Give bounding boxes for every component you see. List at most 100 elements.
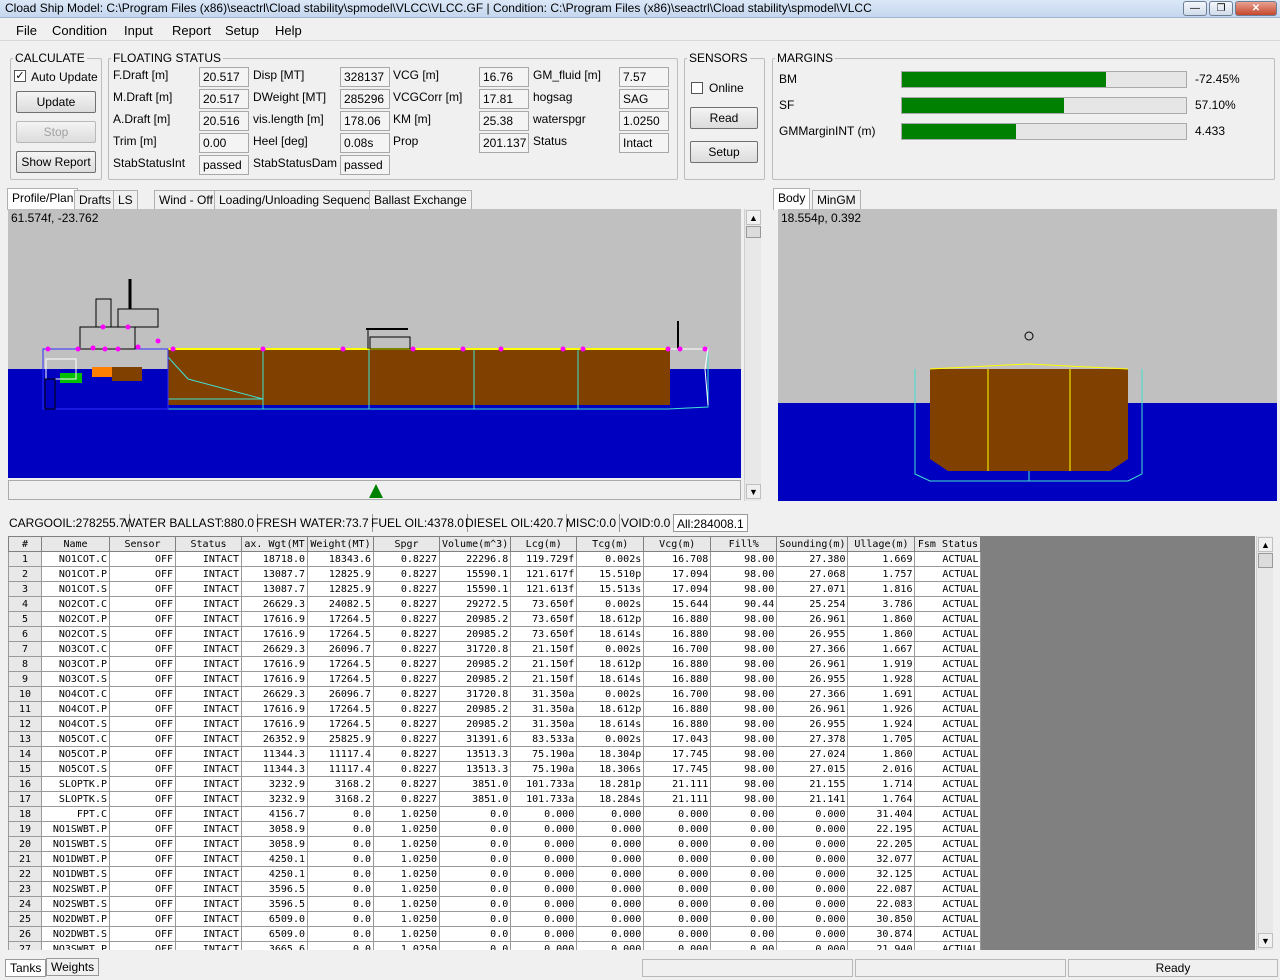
table-cell[interactable]: 20985.2 [438, 626, 512, 642]
table-cell[interactable]: 73.650f [510, 626, 578, 642]
update-button[interactable]: Update [16, 91, 96, 113]
table-cell[interactable]: 1.860 [847, 746, 916, 762]
table-cell[interactable]: 15.513s [576, 581, 645, 597]
table-row[interactable]: 21 NO1DWBT.P OFF INTACT 4250.1 0.0 1.0250 0.0 0.… [8, 851, 982, 867]
table-cell[interactable]: 0.00 [710, 851, 778, 867]
table-cell[interactable]: INTACT [175, 701, 242, 717]
menu-report[interactable]: Report [172, 23, 211, 38]
table-cell[interactable]: 18.284s [576, 791, 645, 807]
table-cell[interactable]: 26352.9 [241, 731, 308, 747]
online-checkbox[interactable] [691, 82, 703, 94]
table-cell[interactable]: 121.613f [510, 581, 578, 597]
table-cell[interactable]: NO2DWBT.S [41, 926, 110, 942]
table-cell[interactable]: OFF [109, 641, 176, 657]
setup-button[interactable]: Setup [690, 141, 758, 163]
table-cell[interactable]: 18718.0 [241, 551, 308, 567]
table-cell[interactable]: 1.0250 [373, 836, 440, 852]
table-row[interactable]: 20 NO1SWBT.S OFF INTACT 3058.9 0.0 1.0250 0.0 0.… [8, 836, 982, 852]
table-cell[interactable]: 16.880 [643, 656, 712, 672]
table-cell[interactable]: 0.8227 [373, 791, 440, 807]
table-cell[interactable]: 1.667 [847, 641, 916, 657]
column-header[interactable]: Vcg(m) [643, 536, 712, 552]
table-cell[interactable]: OFF [109, 821, 176, 837]
row-number[interactable]: 13 [8, 731, 42, 747]
table-cell[interactable]: 98.00 [710, 611, 778, 627]
table-cell[interactable]: 13513.3 [438, 761, 512, 777]
table-cell[interactable]: 0.000 [576, 821, 645, 837]
table-cell[interactable]: 3596.5 [241, 896, 308, 912]
table-cell[interactable]: 0.000 [510, 851, 578, 867]
table-cell[interactable]: 0.000 [643, 851, 712, 867]
body-view[interactable]: 18.554p, 0.392 [778, 209, 1277, 501]
table-cell[interactable]: 15590.1 [438, 581, 512, 597]
table-cell[interactable]: NO3COT.C [41, 641, 110, 657]
table-cell[interactable]: 0.0 [438, 926, 512, 942]
table-cell[interactable]: ACTUAL [914, 806, 982, 822]
table-row[interactable]: 17 SLOPTK.S OFF INTACT 3232.9 3168.2 0.8227 385… [8, 791, 982, 807]
table-cell[interactable]: 0.000 [576, 866, 645, 882]
column-header[interactable]: Lcg(m) [510, 536, 578, 552]
row-number[interactable]: 8 [8, 656, 42, 672]
tab-loading-sequence[interactable]: Loading/Unloading Sequence [214, 190, 382, 210]
table-cell[interactable]: 0.8227 [373, 656, 440, 672]
table-cell[interactable]: OFF [109, 686, 176, 702]
table-cell[interactable]: 0.000 [576, 851, 645, 867]
table-cell[interactable]: NO2SWBT.S [41, 896, 110, 912]
row-number[interactable]: 17 [8, 791, 42, 807]
row-number[interactable]: 3 [8, 581, 42, 597]
tab-body[interactable]: Body [773, 188, 811, 210]
table-cell[interactable]: 17264.5 [307, 656, 374, 672]
table-cell[interactable]: 1.0250 [373, 911, 440, 927]
table-cell[interactable]: ACTUAL [914, 656, 982, 672]
table-cell[interactable]: 27.024 [776, 746, 849, 762]
table-row[interactable]: 10 NO4COT.C OFF INTACT 26629.3 26096.7 0.8227 3… [8, 686, 982, 702]
table-cell[interactable]: OFF [109, 716, 176, 732]
table-cell[interactable]: 26629.3 [241, 596, 308, 612]
table-cell[interactable]: OFF [109, 626, 176, 642]
table-cell[interactable]: ACTUAL [914, 746, 982, 762]
table-scroll-up-icon[interactable]: ▲ [1258, 537, 1273, 552]
table-cell[interactable]: 20985.2 [438, 656, 512, 672]
table-cell[interactable]: 21.150f [510, 641, 578, 657]
table-cell[interactable]: 1.0250 [373, 851, 440, 867]
table-cell[interactable]: 0.8227 [373, 776, 440, 792]
table-cell[interactable]: OFF [109, 896, 176, 912]
table-cell[interactable]: 0.00 [710, 896, 778, 912]
column-header[interactable]: Status [175, 536, 242, 552]
table-cell[interactable]: 0.0 [307, 881, 374, 897]
column-header[interactable]: # [8, 536, 42, 552]
table-cell[interactable]: 0.000 [776, 911, 849, 927]
table-cell[interactable]: 15.510p [576, 566, 645, 582]
table-row[interactable]: 15 NO5COT.S OFF INTACT 11344.3 11117.4 0.8227 1… [8, 761, 982, 777]
table-cell[interactable]: 0.8227 [373, 611, 440, 627]
table-cell[interactable]: INTACT [175, 836, 242, 852]
table-cell[interactable]: 18.614s [576, 716, 645, 732]
table-cell[interactable]: 16.880 [643, 611, 712, 627]
table-cell[interactable]: 18343.6 [307, 551, 374, 567]
table-cell[interactable]: 0.000 [776, 881, 849, 897]
table-cell[interactable]: NO5COT.C [41, 731, 110, 747]
table-cell[interactable]: 0.000 [776, 836, 849, 852]
table-cell[interactable]: 0.00 [710, 926, 778, 942]
table-cell[interactable]: OFF [109, 866, 176, 882]
restore-button[interactable]: ❐ [1209, 1, 1233, 16]
column-header[interactable]: Tcg(m) [576, 536, 645, 552]
table-row[interactable]: 6 NO2COT.S OFF INTACT 17616.9 17264.5 0.8227 20… [8, 626, 982, 642]
row-number[interactable]: 25 [8, 911, 42, 927]
table-cell[interactable]: 12825.9 [307, 581, 374, 597]
table-cell[interactable]: 26096.7 [307, 641, 374, 657]
table-cell[interactable]: INTACT [175, 566, 242, 582]
table-cell[interactable]: 18.281p [576, 776, 645, 792]
table-cell[interactable]: 75.190a [510, 746, 578, 762]
table-cell[interactable]: 17616.9 [241, 701, 308, 717]
table-cell[interactable]: INTACT [175, 686, 242, 702]
table-cell[interactable]: 3851.0 [438, 776, 512, 792]
column-header[interactable]: Spgr [373, 536, 440, 552]
profile-scrollbar[interactable]: ▲ ▼ [744, 209, 761, 501]
table-cell[interactable]: 1.0250 [373, 806, 440, 822]
table-cell[interactable]: NO4COT.P [41, 701, 110, 717]
row-number[interactable]: 20 [8, 836, 42, 852]
table-cell[interactable]: 24082.5 [307, 596, 374, 612]
table-row[interactable]: 14 NO5COT.P OFF INTACT 11344.3 11117.4 0.8227 1… [8, 746, 982, 762]
tab-mingm[interactable]: MinGM [812, 190, 861, 210]
